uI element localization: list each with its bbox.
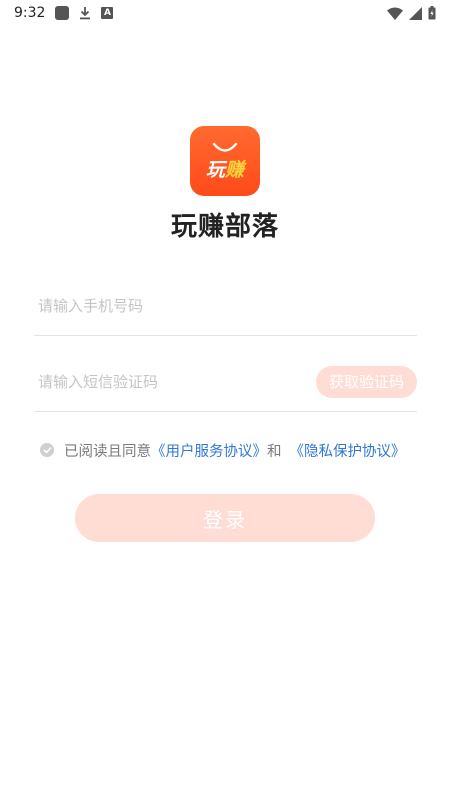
a-notification-icon: A [101,7,114,19]
phone-input[interactable] [34,276,417,335]
status-right [387,6,436,20]
check-icon [42,446,52,454]
status-time: 9:32 [14,5,46,21]
phone-field-row [34,276,417,336]
wifi-icon [387,7,403,20]
logo-text-white: 玩 [205,158,225,181]
code-field-row: 获取验证码 [34,352,417,412]
status-left: 9:32 A [14,5,114,21]
square-notification-icon [55,6,70,20]
logo-text-yellow: 赚 [225,158,245,181]
agreement-row: 已阅读且同意 《用户服务协议》 和 《隐私保护协议》 [40,439,406,461]
agree-checkbox[interactable] [40,443,54,457]
app-name: 玩赚部落 [170,212,279,242]
signal-icon [409,6,422,20]
app-logo: 玩赚 [190,126,260,196]
sms-code-input[interactable] [34,352,316,411]
download-icon [79,6,91,20]
agreement-and: 和 [267,443,282,460]
user-agreement-link[interactable]: 《用户服务协议》 [151,440,267,461]
login-button[interactable]: 登录 [75,494,375,542]
battery-icon [428,6,436,20]
status-bar: 9:32 A [0,0,450,26]
logo-text: 玩赚 [205,158,245,181]
agreement-prefix: 已阅读且同意 [64,443,151,460]
privacy-policy-link[interactable]: 《隐私保护协议》 [290,440,406,461]
smile-icon [212,142,238,152]
get-code-button[interactable]: 获取验证码 [316,365,417,398]
login-screen: 9:32 A 玩赚 玩赚部落 请输入手机号码 请输入短信验证码 获取验证码 已阅… [0,0,450,800]
